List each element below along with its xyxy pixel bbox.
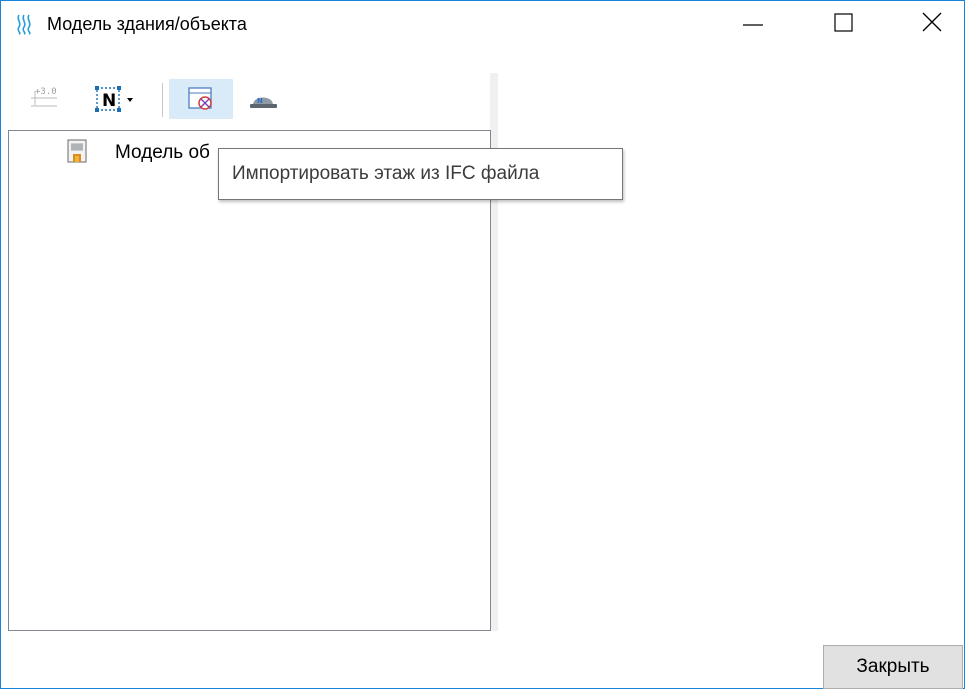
dialog-window: Модель здания/объекта +3.0 N N Модель об… (0, 0, 965, 689)
title-bar[interactable]: Модель здания/объекта (1, 1, 964, 45)
hard-hat-icon: N (250, 97, 277, 108)
window-title: Модель здания/объекта (47, 14, 247, 34)
import-ifc-floor-button[interactable] (169, 79, 233, 119)
north-direction-dropdown[interactable]: N (87, 79, 143, 119)
import-floor-icon (188, 87, 212, 110)
close-window-button[interactable] (909, 1, 955, 45)
minimize-button[interactable] (730, 1, 776, 45)
close-button[interactable]: Закрыть (823, 645, 963, 689)
import-tooltip: Импортировать этаж из IFC файла (218, 148, 623, 200)
chevron-down-icon (127, 98, 133, 102)
helmet-settings-button[interactable]: N (241, 79, 285, 119)
svg-text:+3.0: +3.0 (35, 87, 57, 97)
svg-text:N: N (102, 91, 116, 111)
maximize-button[interactable] (820, 1, 866, 45)
app-icon (15, 13, 37, 35)
level-elevation-icon: +3.0 (31, 87, 57, 107)
north-arrow-icon: N (95, 86, 133, 112)
tree-item-label: Модель об (115, 142, 210, 163)
add-level-button[interactable]: +3.0 (25, 79, 61, 119)
toolbar-separator (162, 83, 163, 117)
toolbar: +3.0 N N (9, 73, 489, 129)
svg-text:N: N (257, 97, 263, 105)
building-tree-view[interactable]: Модель об (8, 130, 491, 631)
building-icon (65, 139, 89, 165)
